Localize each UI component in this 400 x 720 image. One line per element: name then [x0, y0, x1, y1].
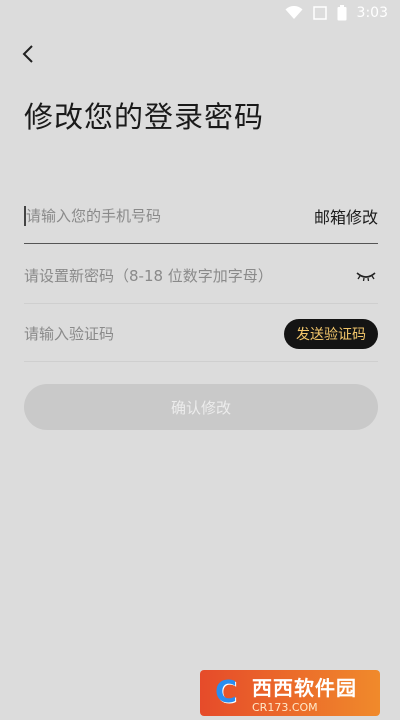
- confirm-button[interactable]: 确认修改: [24, 384, 378, 430]
- code-field-row: 发送验证码: [24, 306, 378, 362]
- watermark-text: 西西软件园 CR173.COM: [252, 672, 357, 714]
- battery-icon: [337, 5, 347, 21]
- back-button[interactable]: [14, 40, 42, 68]
- email-change-link[interactable]: 邮箱修改: [314, 204, 378, 228]
- phone-input[interactable]: [24, 206, 266, 225]
- status-time: 3:03: [356, 5, 388, 21]
- new-password-input[interactable]: [24, 266, 344, 285]
- phone-field-row: 邮箱修改: [24, 188, 378, 244]
- verification-code-input[interactable]: [24, 324, 264, 343]
- send-code-button[interactable]: 发送验证码: [284, 318, 378, 349]
- watermark-main-text: 西西软件园: [252, 676, 357, 700]
- wifi-icon: [285, 6, 303, 20]
- password-field-row: [24, 248, 378, 304]
- signal-icon: [312, 6, 327, 20]
- text-caret: [24, 206, 26, 226]
- watermark-sub-text: CR173.COM: [252, 701, 318, 714]
- page-title: 修改您的登录密码: [24, 100, 265, 134]
- watermark-icon: C: [214, 675, 238, 710]
- eye-closed-icon[interactable]: [356, 269, 378, 283]
- status-bar: 3:03: [0, 0, 400, 26]
- watermark-logo: C 西西软件园 CR173.COM: [200, 670, 380, 716]
- chevron-left-icon: [22, 45, 33, 63]
